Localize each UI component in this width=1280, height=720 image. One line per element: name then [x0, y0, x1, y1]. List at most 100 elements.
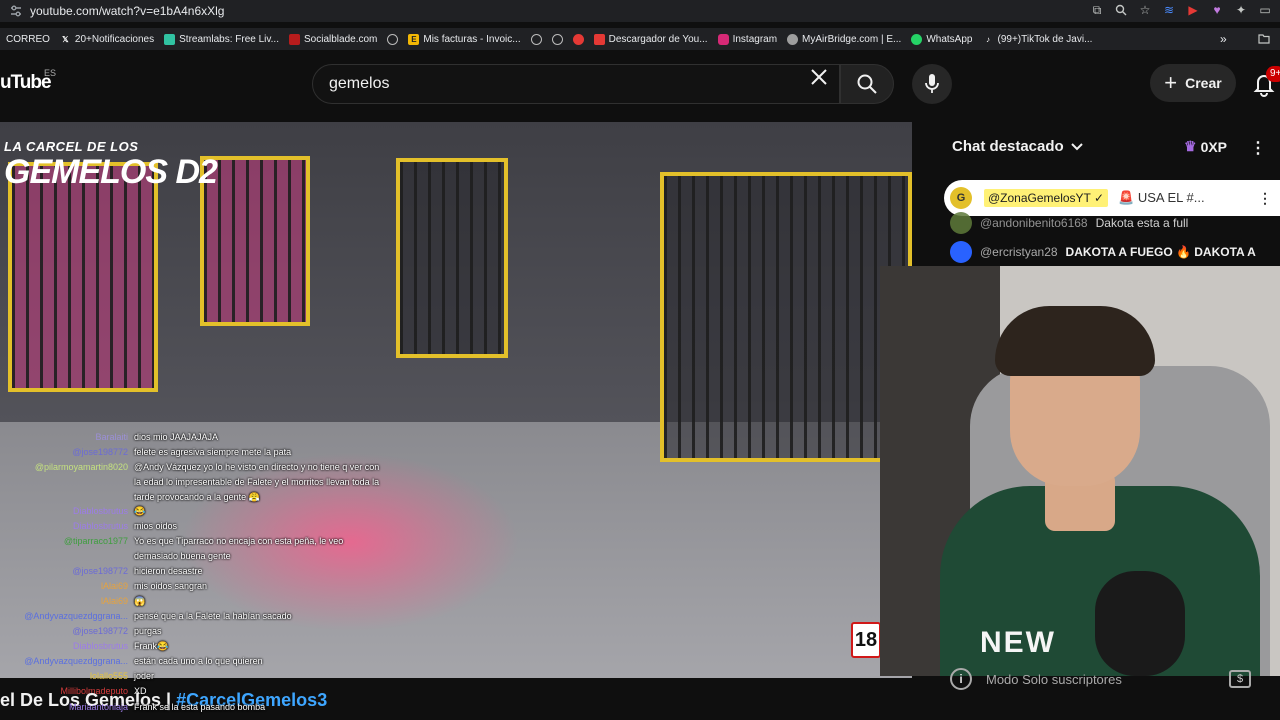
subscribers-only-notice: i Modo Solo suscriptores [950, 668, 1122, 690]
pinned-username: @ZonaGemelosYT ✓ [984, 189, 1109, 207]
bookmark-correo[interactable]: CORREO [6, 34, 50, 45]
overlay-chat-user: @jose198772 [72, 447, 128, 457]
bookmark-label: MyAirBridge.com | E... [802, 33, 902, 45]
bookmark-notificaciones[interactable]: 𝕏 20+Notificaciones [60, 34, 154, 45]
bookmark-label: Descargador de You... [608, 33, 708, 45]
bookmark-socialblade[interactable]: Socialblade.com [288, 33, 378, 45]
overlay-chat-user: @pilarmoyamartin8020 [34, 462, 128, 472]
overlay-chat-text: Frank se la esta pasando bomba [134, 702, 266, 712]
overlay-chat-user: Diablosbrutus [72, 506, 128, 516]
overlay-chat-user: lAlai69 [100, 581, 128, 591]
extension-heart-icon[interactable]: ♥ [1210, 2, 1224, 18]
video-scene-cell [660, 172, 912, 462]
chat-text: Dakota esta a full [1095, 216, 1189, 230]
sidepanel-icon[interactable]: ▭ [1258, 2, 1272, 18]
bookmark-airbridge[interactable]: MyAirBridge.com | E... [787, 33, 902, 45]
overlay-chat-user: Diablosbrutus [72, 641, 128, 651]
bookmark-tiktok[interactable]: ♪ (99+)TikTok de Javi... [982, 34, 1092, 45]
bookmark-whatsapp[interactable]: WhatsApp [911, 33, 972, 45]
subscribers-only-label: Modo Solo suscriptores [986, 671, 1122, 687]
youtube-logo[interactable]: uTube ES [0, 68, 56, 94]
webcam-microphone [1095, 571, 1185, 676]
age-rating-badge: 18 [851, 622, 881, 658]
overlay-chat-text: hicieron desastre [134, 566, 203, 576]
chat-options-icon[interactable]: ⋮ [1250, 138, 1266, 158]
bookmark-label: CORREO [6, 33, 50, 45]
search-button[interactable] [840, 64, 894, 104]
video-title-overlay: LA CARCEL DE LOS GEMELOS D2 [4, 139, 218, 189]
youtube-header: uTubeES + Crear 9+ [0, 56, 1280, 114]
bookmark-streamlabs[interactable]: Streamlabs: Free Liv... [164, 33, 279, 45]
instagram-icon [717, 33, 729, 45]
create-label: Crear [1185, 75, 1222, 91]
overlay-chat-text: dios mio JAAJAJAJA [134, 432, 219, 442]
overlay-chat-user: @Andyvazquezdggrana... [24, 611, 128, 621]
overlay-chat-user: Diablosbrutus [72, 521, 128, 531]
site-settings-icon[interactable] [9, 4, 23, 18]
bookmark-label: (99+)TikTok de Javi... [997, 33, 1093, 45]
search-input[interactable] [329, 74, 799, 94]
invoice-icon: E [408, 33, 420, 45]
clear-search-icon[interactable] [808, 66, 830, 88]
pinned-text: 🚨 USA EL #... [1118, 190, 1205, 205]
overlay-chat-text: Yo es que Tiparraco no encaja con esta p… [134, 536, 344, 561]
streamer-webcam: NEW [880, 266, 1280, 676]
overlay-chat-text: 😱 [134, 596, 146, 606]
overlay-chat-text: purgas [134, 626, 162, 636]
logo-text: uTube [0, 72, 52, 93]
overlay-chat-text: Frank😂 [134, 641, 169, 651]
downloader-icon [593, 33, 605, 45]
bookmark-descargador[interactable]: Descargador de You... [593, 33, 708, 45]
zoom-icon[interactable] [1114, 2, 1128, 18]
bookmark-star-icon[interactable]: ☆ [1138, 2, 1152, 18]
airbridge-icon [787, 33, 799, 45]
chat-message: @andonibenito6168 Dakota esta a full [950, 212, 1188, 234]
plus-icon: + [1164, 70, 1178, 95]
chat-text: DAKOTA A FUEGO 🔥 DAKOTA A [1065, 245, 1256, 259]
live-chat-panel: Chat destacado ♛ 0XP ⋮ G @ZonaGemelosYT … [928, 124, 1280, 268]
bookmark-globe-1[interactable] [387, 33, 399, 45]
overlay-chat-user: @tiparraco1977 [63, 536, 128, 546]
chevron-down-icon [1070, 142, 1083, 150]
pinned-avatar: G [950, 187, 972, 209]
bookmark-label: Mis facturas - Invoic... [423, 33, 521, 45]
pinned-options-icon[interactable]: ⋮ [1258, 190, 1272, 207]
chat-avatar [950, 212, 972, 234]
info-icon[interactable]: i [950, 668, 972, 690]
browser-address-bar[interactable]: youtube.com/watch?v=e1bA4n6xXlg ⧉ ☆ ≋ ▶ … [0, 0, 1280, 22]
bookmark-globe-3[interactable] [551, 33, 563, 45]
bookmark-label: Socialblade.com [303, 33, 378, 45]
extension-wave-icon[interactable]: ≋ [1162, 2, 1176, 18]
streamlabs-icon [164, 33, 176, 45]
overlay-chat-text: felete es agresiva siempre mete la pata [134, 447, 292, 457]
chat-avatar [950, 241, 972, 263]
overlay-line-1: LA CARCEL DE LOS [4, 139, 139, 154]
extension-youtube-icon[interactable]: ▶ [1186, 2, 1200, 18]
crown-icon: ♛ [1184, 138, 1197, 154]
notifications-badge: 9+ [1266, 66, 1280, 82]
xp-counter[interactable]: ♛ 0XP [1184, 138, 1227, 155]
create-button[interactable]: + Crear [1150, 64, 1236, 102]
bookmark-globe-2[interactable] [530, 33, 542, 45]
bookmarks-bar: CORREO 𝕏 20+Notificaciones Streamlabs: F… [0, 28, 1280, 50]
overlay-chat-text: pensé que a la Falete la habían sacado [134, 611, 292, 621]
overlay-chat-text: mios oidos [134, 521, 178, 531]
chat-mode-dropdown[interactable]: Chat destacado [952, 138, 1084, 155]
bookmark-instagram[interactable]: Instagram [717, 33, 777, 45]
overlay-chat-text: joder [134, 671, 155, 681]
bookmarks-overflow-icon[interactable]: » [1220, 32, 1227, 46]
overlay-chat-user: lolallo555 [89, 671, 128, 681]
extensions-puzzle-icon[interactable]: ✦ [1234, 2, 1248, 18]
voice-search-button[interactable] [912, 64, 952, 104]
overlay-chat-user: @Andyvazquezdggrana... [24, 656, 128, 666]
tomato-icon [572, 33, 584, 45]
bookmark-tomato[interactable] [572, 33, 584, 45]
search-box [312, 64, 840, 104]
super-chat-icon[interactable]: $ [1229, 670, 1251, 688]
url-text[interactable]: youtube.com/watch?v=e1bA4n6xXlg [30, 4, 224, 18]
bookmarks-folder-icon[interactable] [1258, 34, 1270, 44]
bookmark-facturas[interactable]: E Mis facturas - Invoic... [408, 33, 521, 45]
install-app-icon[interactable]: ⧉ [1090, 2, 1104, 18]
overlay-chat-user: Baralaiti [95, 432, 128, 442]
pinned-message[interactable]: G @ZonaGemelosYT ✓ 🚨 USA EL #... ⋮ [944, 180, 1280, 216]
